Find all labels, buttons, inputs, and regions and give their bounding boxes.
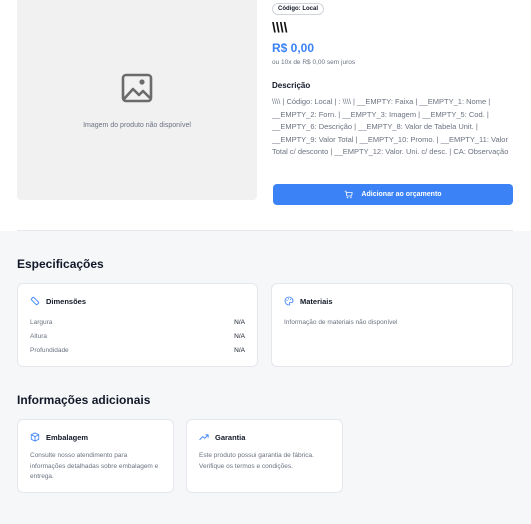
warranty-card-header: Garantia: [199, 432, 245, 442]
spec-value: N/A: [234, 319, 245, 326]
packaging-card-header: Embalagem: [30, 432, 88, 442]
materials-card-header: Materiais: [284, 296, 333, 306]
spec-label: Altura: [30, 333, 47, 340]
add-to-quote-button[interactable]: Adicionar ao orçamento: [273, 184, 513, 205]
trending-up-icon: [199, 434, 209, 440]
spec-value: N/A: [234, 333, 245, 340]
product-section: Imagem do produto não disponível Código:…: [0, 0, 531, 231]
warranty-title: Garantia: [215, 432, 246, 442]
product-image-placeholder: Imagem do produto não disponível: [17, 0, 257, 200]
cart-icon: [345, 190, 354, 199]
materials-text: Informação de materiais não disponível: [284, 319, 398, 326]
price: R$ 0,00: [272, 41, 315, 55]
spec-label: Profundidade: [30, 347, 69, 354]
product-title: \\\\: [272, 19, 288, 35]
description-heading: Descrição: [272, 81, 311, 90]
packaging-text: Consulte nosso atendimento para informaç…: [30, 452, 159, 480]
warranty-card: Garantia Este produto possui garantia de…: [186, 419, 343, 493]
spec-value: N/A: [234, 347, 245, 354]
spec-row-depth: Profundidade N/A: [30, 347, 245, 354]
box-icon: [30, 432, 40, 442]
add-to-quote-label: Adicionar ao orçamento: [361, 191, 442, 198]
packaging-title: Embalagem: [46, 432, 89, 442]
spec-row-width: Largura N/A: [30, 319, 245, 326]
image-placeholder-icon: [121, 73, 153, 102]
packaging-card: Embalagem Consulte nosso atendimento par…: [17, 419, 174, 493]
dimensions-card: Dimensões Largura N/A Altura N/A Profund…: [17, 283, 258, 367]
section-divider: [17, 230, 513, 231]
description-text: \\\\ | Código: Local | : \\\\ | __EMPTY:…: [272, 97, 509, 156]
materials-title: Materiais: [300, 296, 333, 306]
dimensions-title: Dimensões: [46, 296, 87, 306]
spec-label: Largura: [30, 319, 53, 326]
image-caption: Imagem do produto não disponível: [83, 121, 191, 129]
materials-card: Materiais Informação de materiais não di…: [271, 283, 513, 367]
spec-row-height: Altura N/A: [30, 333, 245, 340]
ruler-icon: [30, 296, 40, 306]
warranty-text: Este produto possui garantia de fábrica.…: [199, 452, 314, 470]
palette-icon: [284, 296, 294, 306]
additional-info-title: Informações adicionais: [17, 393, 151, 407]
installments-text: ou 10x de R$ 0,00 sem juros: [272, 59, 356, 66]
dimensions-card-header: Dimensões: [30, 296, 86, 306]
code-badge: Código: Local: [272, 3, 324, 15]
specs-title: Especificações: [17, 257, 104, 271]
